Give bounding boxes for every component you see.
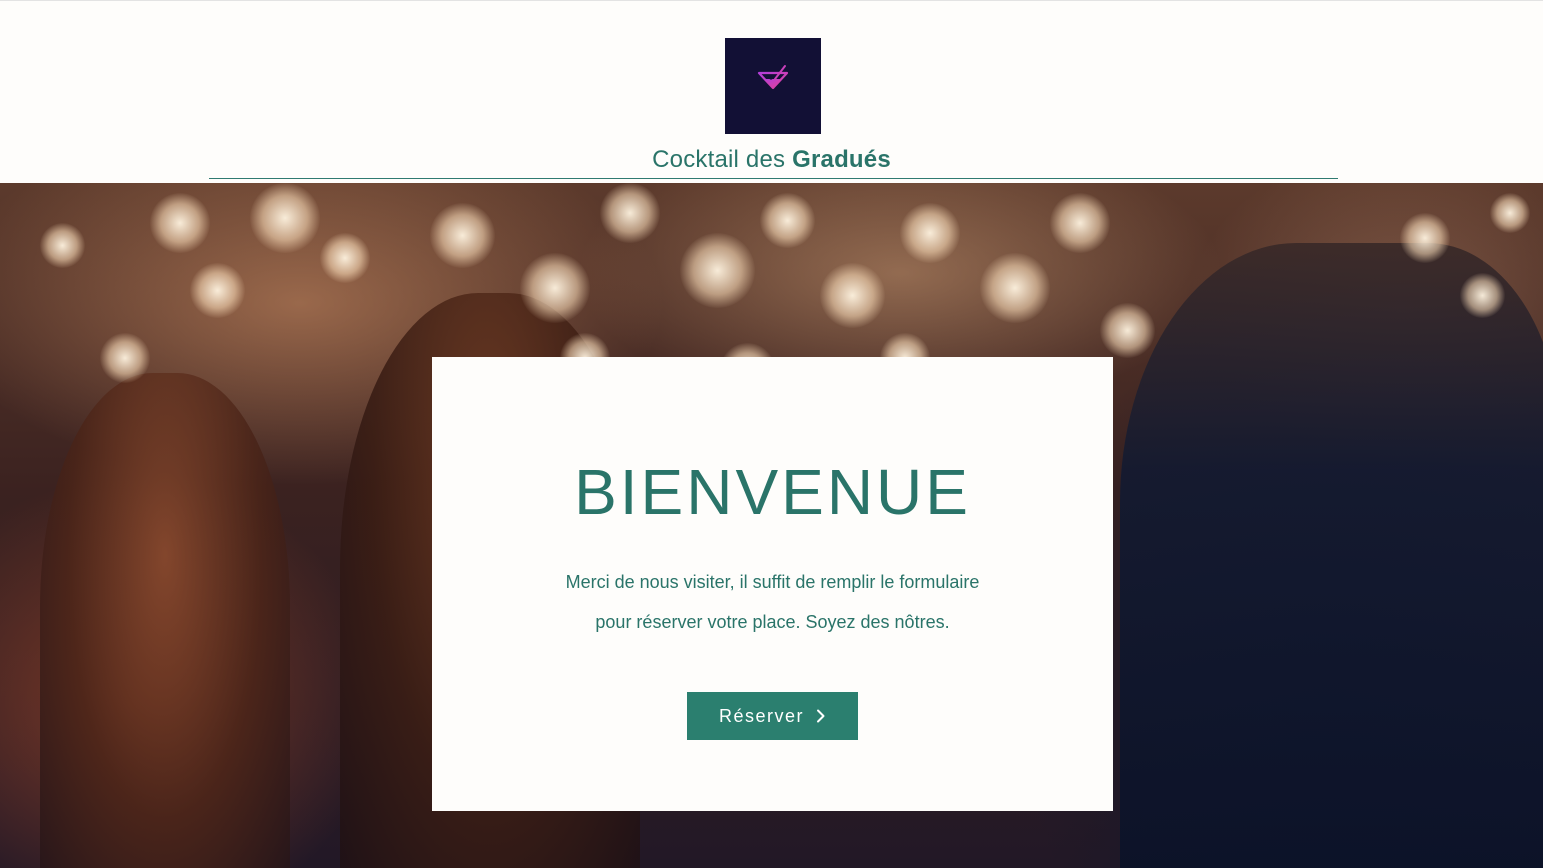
site-title[interactable]: Cocktail des Gradués: [0, 146, 1543, 174]
bokeh-light: [900, 203, 960, 263]
bokeh-light: [150, 193, 210, 253]
reserve-button[interactable]: Réserver: [687, 692, 858, 740]
bokeh-light: [190, 263, 245, 318]
header-divider: [209, 178, 1338, 179]
bokeh-light: [760, 193, 815, 248]
bokeh-light: [320, 233, 370, 283]
bokeh-light: [600, 183, 660, 243]
bokeh-light: [100, 333, 150, 383]
site-title-bold: Gradués: [792, 146, 891, 173]
bokeh-light: [820, 263, 885, 328]
bokeh-light: [980, 253, 1050, 323]
welcome-text-line2: pour réserver votre place. Soyez des nôt…: [595, 612, 950, 632]
bokeh-light: [40, 223, 85, 268]
cocktail-glass-icon: [757, 65, 789, 104]
site-header: Cocktail des Gradués: [0, 0, 1543, 183]
reserve-button-label: Réserver: [718, 705, 805, 726]
hero-figure: [40, 373, 290, 868]
bokeh-light: [1400, 213, 1450, 263]
bokeh-light: [1460, 273, 1505, 318]
bokeh-light: [1100, 303, 1155, 358]
bokeh-light: [1050, 193, 1110, 253]
site-title-light: Cocktail des: [652, 146, 793, 173]
chevron-right-icon: [817, 709, 825, 723]
bokeh-light: [250, 183, 320, 253]
welcome-text-line1: Merci de nous visiter, il suffit de remp…: [565, 572, 980, 592]
welcome-card: BIENVENUE Merci de nous visiter, il suff…: [432, 357, 1113, 811]
bokeh-light: [680, 233, 755, 308]
bokeh-light: [430, 203, 495, 268]
hero-figure: [1120, 243, 1543, 868]
welcome-heading: BIENVENUE: [574, 456, 971, 528]
bokeh-light: [1490, 193, 1530, 233]
bokeh-light: [520, 253, 590, 323]
site-logo[interactable]: [725, 38, 821, 134]
